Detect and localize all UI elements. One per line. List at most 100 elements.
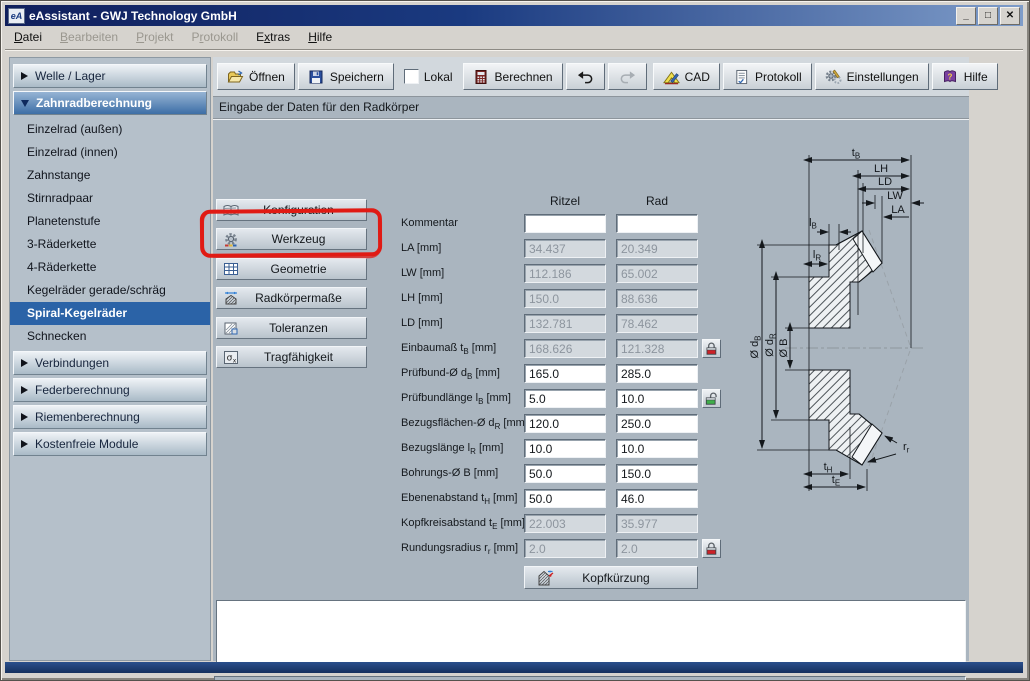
cad-label: CAD	[685, 70, 710, 84]
sidebar-group-verbindungen[interactable]: Verbindungen	[13, 351, 207, 375]
dim-label-LD: LD	[878, 176, 892, 188]
undo-icon	[577, 69, 594, 85]
maximize-button[interactable]: □	[978, 7, 998, 25]
nav-button-werkzeug[interactable]: Werkzeug	[216, 228, 367, 250]
input-ritzel-ebenenabstand-th[interactable]	[524, 489, 606, 508]
nav-button-toleranzen[interactable]: Toleranzen	[216, 317, 367, 339]
lock-icon-button-rundungsradius-r[interactable]	[702, 539, 721, 558]
field-label-bohrungs-b: Bohrungs-Ø B [mm]	[401, 464, 525, 483]
gear-body-technical-drawing: tB LH LD LW LA lB lR Ø dB Ø dR Ø B tH tE…	[729, 129, 969, 501]
open-label: Öffnen	[249, 70, 285, 84]
field-label-pr-fbund-d: Prüfbund-Ø dB [mm]	[401, 364, 525, 383]
sidebar-item-3-r-derkette[interactable]: 3-Räderkette	[10, 233, 210, 256]
input-rad-ebenenabstand-th[interactable]	[616, 489, 698, 508]
menu-hilfe[interactable]: Hilfe	[299, 27, 341, 47]
settings-button[interactable]: Einstellungen	[815, 63, 929, 90]
field-label-pr-fbundl-nge-l: Prüfbundlänge lB [mm]	[401, 389, 525, 408]
redo-button	[608, 63, 647, 90]
title-bar: eA eAssistant - GWJ Technology GmbH _ □ …	[5, 5, 1023, 26]
sidebar-item-einzelrad-innen[interactable]: Einzelrad (innen)	[10, 141, 210, 164]
input-rad-einbauma-tb	[616, 339, 698, 358]
triangle-expanded-icon	[21, 100, 29, 107]
close-button[interactable]: ✕	[1000, 7, 1020, 25]
input-rad-pr-fbundl-nge-lb[interactable]	[616, 389, 698, 408]
sidebar-group-welle-lager[interactable]: Welle / Lager	[13, 64, 207, 88]
menu-datei[interactable]: Datei	[5, 27, 51, 47]
kopfkuerzung-button[interactable]: Kopfkürzung	[524, 566, 698, 589]
calculate-button[interactable]: Berechnen	[463, 63, 563, 90]
sidebar-item-schnecken[interactable]: Schnecken	[10, 325, 210, 348]
protocol-button[interactable]: Protokoll	[723, 63, 812, 90]
field-label-kopfkreisabstand-t: Kopfkreisabstand tE [mm]	[401, 514, 525, 533]
dim-label-lR: lR	[813, 249, 821, 263]
input-rad-lh	[616, 289, 698, 308]
calculator-icon	[473, 69, 490, 85]
input-rad-lw	[616, 264, 698, 283]
gears-wrench-icon	[825, 69, 842, 85]
sidebar-group-label: Kostenfreie Module	[35, 437, 138, 451]
radkoerper-form: Konfiguration Werkzeug Geometrie Radkörp…	[213, 120, 969, 661]
input-ritzel-rundungsradius-rr	[524, 539, 606, 558]
nav-label: Geometrie	[245, 262, 366, 276]
nav-button-tragfaehigkeit[interactable]: σx Tragfähigkeit	[216, 346, 367, 368]
column-header-ritzel: Ritzel	[524, 194, 606, 208]
input-ritzel-bezugsl-nge-lr[interactable]	[524, 439, 606, 458]
window-title: eAssistant - GWJ Technology GmbH	[29, 9, 237, 23]
cad-button[interactable]: CAD	[653, 63, 720, 90]
field-label-bezugsfl-chen-d: Bezugsflächen-Ø dR [mm]	[401, 414, 525, 433]
input-ritzel-einbauma-tb	[524, 339, 606, 358]
input-rad-bezugsfl-chen-dr[interactable]	[616, 414, 698, 433]
menu-extras[interactable]: Extras	[247, 27, 299, 47]
document-icon	[733, 69, 750, 85]
sidebar-item-einzelrad-au-en[interactable]: Einzelrad (außen)	[10, 118, 210, 141]
sidebar-item-planetenstufe[interactable]: Planetenstufe	[10, 210, 210, 233]
nav-label: Konfiguration	[245, 203, 366, 217]
input-ritzel-bohrungs-b[interactable]	[524, 464, 606, 483]
minimize-button[interactable]: _	[956, 7, 976, 25]
nav-button-radkoerpermasse[interactable]: Radkörpermaße	[216, 287, 367, 309]
help-label: Hilfe	[964, 70, 988, 84]
sidebar-item-zahnstange[interactable]: Zahnstange	[10, 164, 210, 187]
input-rad-bezugsl-nge-lr[interactable]	[616, 439, 698, 458]
triangle-collapsed-icon	[21, 359, 28, 367]
sidebar-group-federberechnung[interactable]: Federberechnung	[13, 378, 207, 402]
lock-icon-button-einbauma-t[interactable]	[702, 339, 721, 358]
sidebar-group-label: Riemenberechnung	[35, 410, 140, 424]
sidebar-group-riemenberechnung[interactable]: Riemenberechnung	[13, 405, 207, 429]
tool-gear-icon	[221, 231, 241, 248]
sidebar-item-kegelr-der-gerade-schr-g[interactable]: Kegelräder gerade/schräg	[10, 279, 210, 302]
sidebar-item-stirnradpaar[interactable]: Stirnradpaar	[10, 187, 210, 210]
open-button[interactable]: Öffnen	[217, 63, 295, 90]
unlock-icon-button-pr-fbundl-nge-l[interactable]	[702, 389, 721, 408]
tolerances-sheet-icon	[221, 320, 241, 337]
help-button[interactable]: ? Hilfe	[932, 63, 998, 90]
sidebar-item-spiral-kegelr-der[interactable]: Spiral-Kegelräder	[10, 302, 210, 325]
sidebar-group-label: Welle / Lager	[35, 69, 105, 83]
content-panel: Öffnen Speichern Lokal Berechnen	[213, 57, 969, 661]
gear-body-dimensions-icon	[221, 290, 241, 307]
save-button[interactable]: Speichern	[298, 63, 394, 90]
input-ritzel-bezugsfl-chen-dr[interactable]	[524, 414, 606, 433]
sidebar-group-zahnradberechnung[interactable]: Zahnradberechnung	[13, 91, 207, 115]
input-ritzel-pr-fbundl-nge-lb[interactable]	[524, 389, 606, 408]
local-checkbox[interactable]: Lokal	[404, 69, 453, 84]
nav-button-geometrie[interactable]: Geometrie	[216, 258, 367, 280]
input-ritzel-kommentar[interactable]	[524, 214, 606, 233]
nav-button-konfiguration[interactable]: Konfiguration	[216, 199, 367, 221]
sidebar-group-kostenfreie-module[interactable]: Kostenfreie Module	[13, 432, 207, 456]
input-ritzel-la	[524, 239, 606, 258]
undo-button[interactable]	[566, 63, 605, 90]
input-rad-kommentar[interactable]	[616, 214, 698, 233]
checkbox-box[interactable]	[404, 69, 419, 84]
cad-drawing-icon	[663, 69, 680, 85]
field-label-ld: LD [mm]	[401, 314, 525, 333]
dim-label-dR: Ø dR	[764, 333, 778, 357]
sidebar-item-4-r-derkette[interactable]: 4-Räderkette	[10, 256, 210, 279]
nav-label: Toleranzen	[245, 321, 366, 335]
bottom-frame-band	[5, 662, 1023, 673]
field-label-lh: LH [mm]	[401, 289, 525, 308]
input-rad-pr-fbund-db[interactable]	[616, 364, 698, 383]
input-ritzel-pr-fbund-db[interactable]	[524, 364, 606, 383]
input-rad-bohrungs-b[interactable]	[616, 464, 698, 483]
menu-bearbeiten: Bearbeiten	[51, 27, 127, 47]
